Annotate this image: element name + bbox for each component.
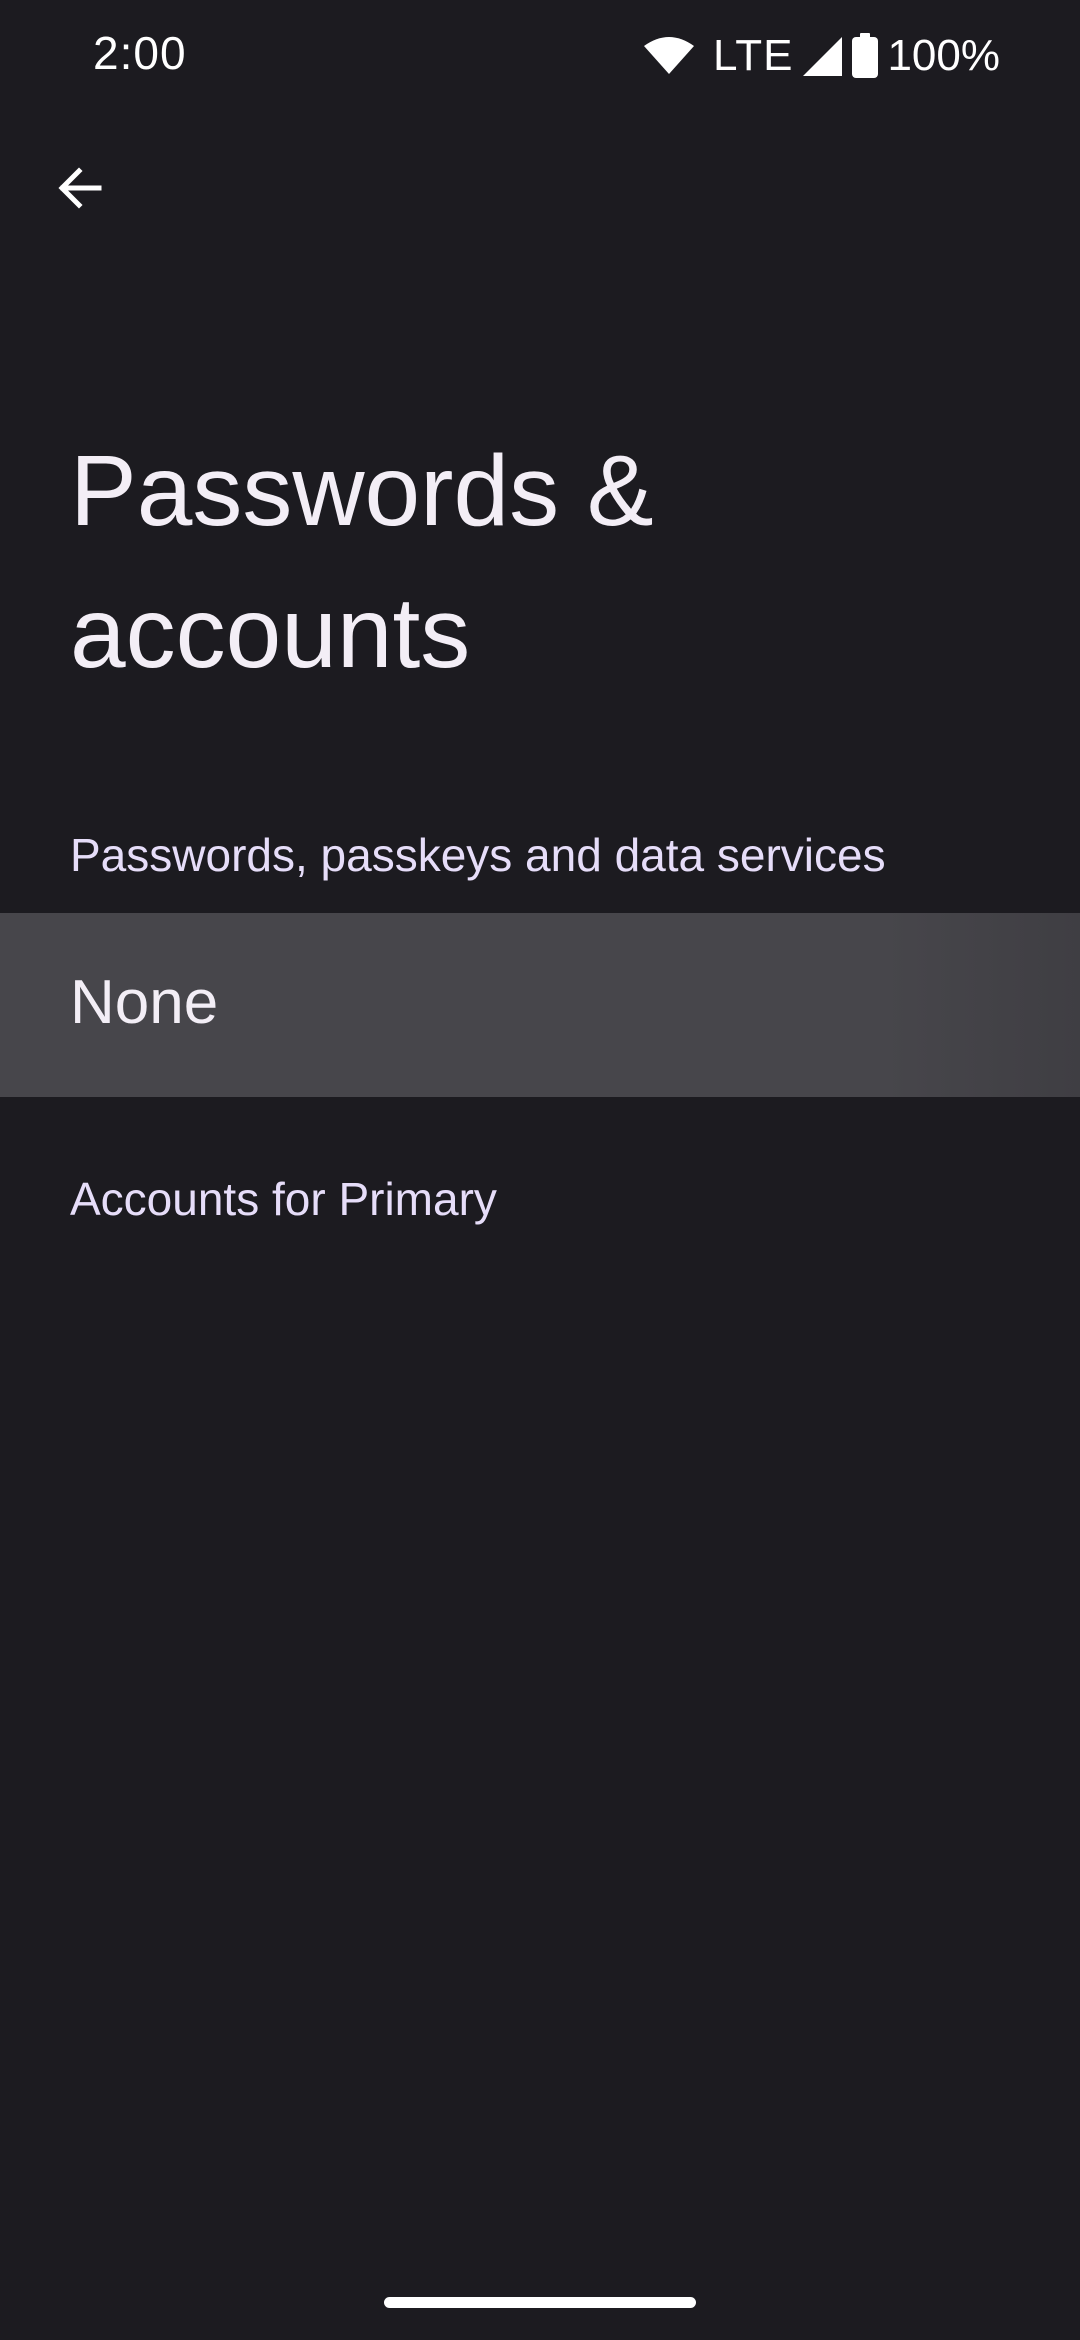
back-button[interactable]: [40, 150, 120, 230]
gesture-nav-handle[interactable]: [384, 2297, 696, 2308]
status-bar: 2:00 LTE 100%: [0, 0, 1080, 112]
battery-percent: 100%: [887, 31, 1000, 80]
section-header-passwords: Passwords, passkeys and data services: [70, 829, 886, 881]
back-arrow-icon: [55, 163, 105, 218]
section-header-accounts: Accounts for Primary: [70, 1173, 497, 1225]
page-title: Passwords & accounts: [70, 435, 654, 689]
list-item-label: None: [70, 968, 219, 1037]
wifi-icon: [643, 36, 695, 76]
network-type: LTE: [713, 31, 794, 80]
battery-icon: [851, 33, 879, 79]
list-item-none[interactable]: None: [0, 913, 1080, 1097]
status-time: 2:00: [93, 27, 187, 79]
status-indicators: LTE 100%: [643, 26, 1000, 86]
screen: 2:00 LTE 100% Passwords & accounts Passw…: [0, 0, 1080, 2340]
cell-signal-icon: [801, 35, 843, 77]
